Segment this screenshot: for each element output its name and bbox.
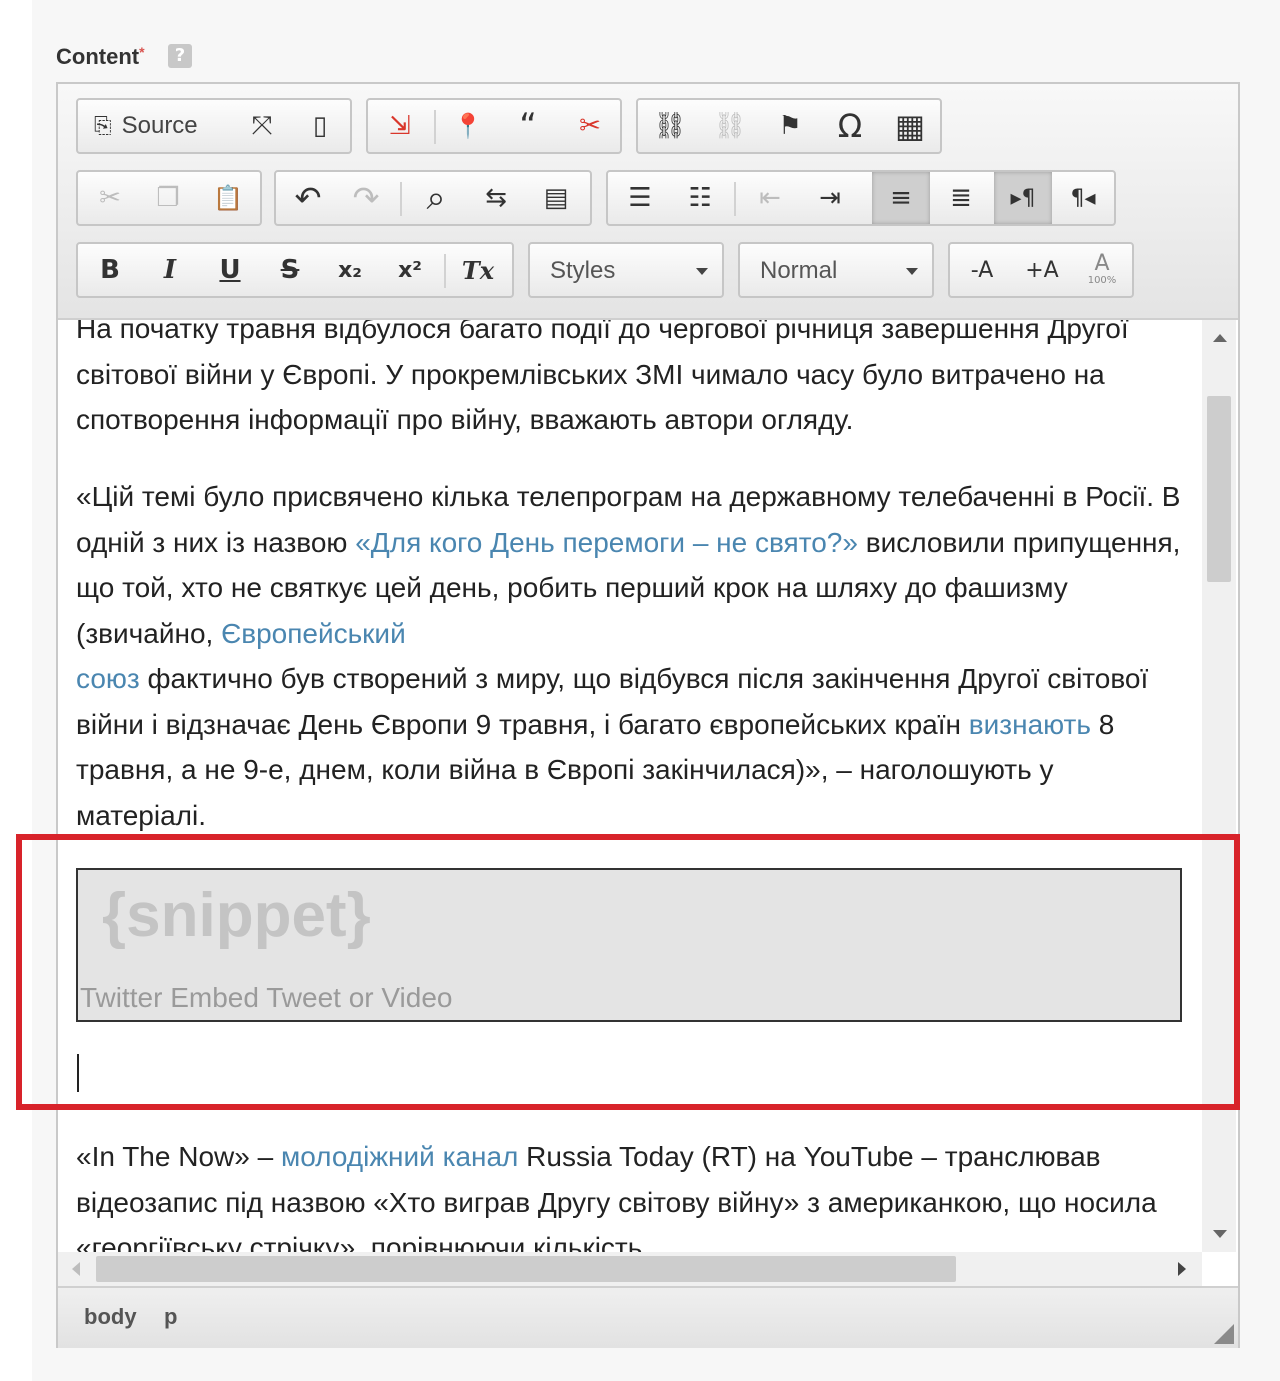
scroll-right-arrow-icon[interactable] bbox=[1178, 1262, 1186, 1276]
link-european-union-word1: Європейський bbox=[221, 617, 406, 649]
align-right-icon[interactable]: ≣ bbox=[932, 172, 990, 224]
link-icon[interactable]: ⛓ bbox=[642, 100, 698, 152]
location-pin-icon[interactable]: 📍 bbox=[440, 100, 496, 152]
editor-status-bar: body p bbox=[58, 1286, 1238, 1348]
bold-icon[interactable]: B bbox=[82, 244, 138, 296]
subscript-icon[interactable]: x₂ bbox=[322, 244, 378, 296]
snippet-placeholder-widget[interactable]: {snippet} Twitter Embed Tweet or Video bbox=[76, 868, 1182, 1022]
paragraph-1: На початку травня відбулося багато події… bbox=[76, 320, 1129, 435]
text-direction-rtl-icon[interactable]: ¶◂ bbox=[1054, 172, 1112, 224]
outdent-icon[interactable]: ⇤ bbox=[742, 172, 798, 224]
source-label: Source bbox=[121, 112, 198, 139]
editor-content-area[interactable]: На початку травня відбулося багато події… bbox=[58, 320, 1202, 1252]
toolbar-group-insert: ⇲ 📍 “ ✂ bbox=[366, 98, 622, 154]
unlink-icon[interactable]: ⛓ bbox=[702, 100, 758, 152]
format-dropdown[interactable]: Normal bbox=[738, 242, 934, 298]
paragraph-3: «In The Now» – молодіжний канал Russia T… bbox=[76, 1134, 1188, 1252]
zoom-in-icon[interactable]: +A bbox=[1014, 244, 1070, 296]
maximize-icon[interactable]: ⤧ bbox=[236, 100, 288, 152]
toolbar-separator bbox=[444, 254, 446, 288]
toolbar-separator bbox=[734, 182, 736, 216]
horizontal-scroll-thumb[interactable] bbox=[96, 1256, 956, 1282]
blockquote-icon[interactable]: “ bbox=[500, 100, 556, 152]
content-field-label: Content* bbox=[56, 44, 145, 70]
superscript-icon[interactable]: x² bbox=[382, 244, 438, 296]
cut-icon[interactable]: ✂ bbox=[82, 172, 138, 224]
scroll-up-arrow-icon[interactable] bbox=[1213, 334, 1227, 342]
snippet-remove-icon[interactable]: ✂ bbox=[562, 100, 618, 152]
toolbar-group-document: ⎘ Source ⤧ ▯ bbox=[76, 98, 352, 154]
paragraph-3-text-a: «In The Now» – bbox=[76, 1141, 281, 1172]
select-all-icon[interactable]: ▤ bbox=[528, 172, 584, 224]
copy-icon[interactable]: ❐ bbox=[140, 172, 196, 224]
strikethrough-icon[interactable]: S bbox=[262, 244, 318, 296]
zoom-reset-icon[interactable]: A 100% bbox=[1074, 244, 1130, 296]
styles-dropdown-value: Styles bbox=[550, 257, 616, 284]
help-icon[interactable]: ? bbox=[168, 44, 192, 68]
vertical-scroll-thumb[interactable] bbox=[1207, 396, 1231, 582]
zoom-out-icon[interactable]: -A bbox=[954, 244, 1010, 296]
scroll-down-arrow-icon[interactable] bbox=[1213, 1230, 1227, 1238]
editor-toolbar: ⎘ Source ⤧ ▯ ⇲ 📍 “ ✂ ⛓ ⛓ ⚑ Ω ▦ ✂ ❐ 📋 ↶ ↷… bbox=[58, 84, 1238, 320]
underline-icon[interactable]: U bbox=[202, 244, 258, 296]
link-youth-channel[interactable]: молодіжний канал bbox=[281, 1141, 518, 1172]
snippet-title: {snippet} bbox=[102, 881, 371, 950]
link-recognize[interactable]: визнають bbox=[969, 709, 1091, 740]
toolbar-separator bbox=[400, 182, 402, 216]
link-victory-day[interactable]: «Для кого День перемоги – не свято?» bbox=[355, 527, 858, 558]
rich-text-editor: ⎘ Source ⤧ ▯ ⇲ 📍 “ ✂ ⛓ ⛓ ⚑ Ω ▦ ✂ ❐ 📋 ↶ ↷… bbox=[56, 82, 1240, 1348]
resize-handle-icon[interactable] bbox=[1214, 1324, 1234, 1344]
styles-dropdown[interactable]: Styles bbox=[528, 242, 724, 298]
required-marker: * bbox=[139, 44, 145, 60]
undo-icon[interactable]: ↶ bbox=[280, 172, 336, 224]
toolbar-group-zoom: -A +A A 100% bbox=[948, 242, 1134, 298]
paragraph-2: «Цій темі було присвячено кілька телепро… bbox=[76, 474, 1188, 838]
toolbar-group-basicstyles: B I U S x₂ x² Tx bbox=[76, 242, 514, 298]
chevron-down-icon bbox=[906, 268, 918, 275]
toolbar-group-links: ⛓ ⛓ ⚑ Ω ▦ bbox=[636, 98, 942, 154]
special-char-icon[interactable]: Ω bbox=[822, 100, 878, 152]
find-icon[interactable]: ⌕ bbox=[408, 172, 464, 224]
paste-icon[interactable]: 📋 bbox=[200, 172, 256, 224]
source-icon: ⎘ bbox=[94, 113, 112, 139]
remove-format-icon[interactable]: Tx bbox=[450, 244, 506, 296]
italic-icon[interactable]: I bbox=[142, 244, 198, 296]
toolbar-group-paragraph: ☰ ☷ ⇤ ⇥ ≡ ≣ ▸¶ ¶◂ bbox=[606, 170, 1116, 226]
link-european-union-word2: союз bbox=[76, 663, 140, 694]
show-blocks-icon[interactable]: ▯ bbox=[294, 100, 346, 152]
bulleted-list-icon[interactable]: ☷ bbox=[672, 172, 728, 224]
text-cursor bbox=[77, 1054, 79, 1092]
chevron-down-icon bbox=[696, 268, 708, 275]
import-icon[interactable]: ⇲ bbox=[372, 100, 428, 152]
indent-icon[interactable]: ⇥ bbox=[802, 172, 858, 224]
numbered-list-icon[interactable]: ☰ bbox=[612, 172, 668, 224]
scroll-left-arrow-icon[interactable] bbox=[72, 1262, 80, 1276]
horizontal-scrollbar[interactable] bbox=[58, 1252, 1202, 1286]
vertical-scrollbar[interactable] bbox=[1202, 320, 1236, 1252]
redo-icon[interactable]: ↷ bbox=[338, 172, 394, 224]
zoom-reset-glyph: A bbox=[1094, 251, 1110, 276]
toolbar-group-clipboard: ✂ ❐ 📋 bbox=[76, 170, 262, 226]
text-direction-ltr-icon[interactable]: ▸¶ bbox=[994, 172, 1052, 224]
table-icon[interactable]: ▦ bbox=[882, 100, 938, 152]
path-item-p[interactable]: p bbox=[164, 1304, 177, 1330]
content-label-text: Content bbox=[56, 44, 140, 69]
zoom-reset-caption: 100% bbox=[1087, 275, 1117, 286]
toolbar-separator bbox=[434, 110, 436, 144]
path-item-body[interactable]: body bbox=[84, 1304, 137, 1330]
source-button[interactable]: ⎘ Source bbox=[84, 100, 232, 152]
toolbar-group-editing: ↶ ↷ ⌕ ⇆ ▤ bbox=[274, 170, 592, 226]
align-left-icon[interactable]: ≡ bbox=[872, 172, 930, 224]
format-dropdown-value: Normal bbox=[760, 257, 838, 284]
snippet-description: Twitter Embed Tweet or Video bbox=[80, 982, 453, 1013]
replace-icon[interactable]: ⇆ bbox=[468, 172, 524, 224]
anchor-flag-icon[interactable]: ⚑ bbox=[762, 100, 818, 152]
